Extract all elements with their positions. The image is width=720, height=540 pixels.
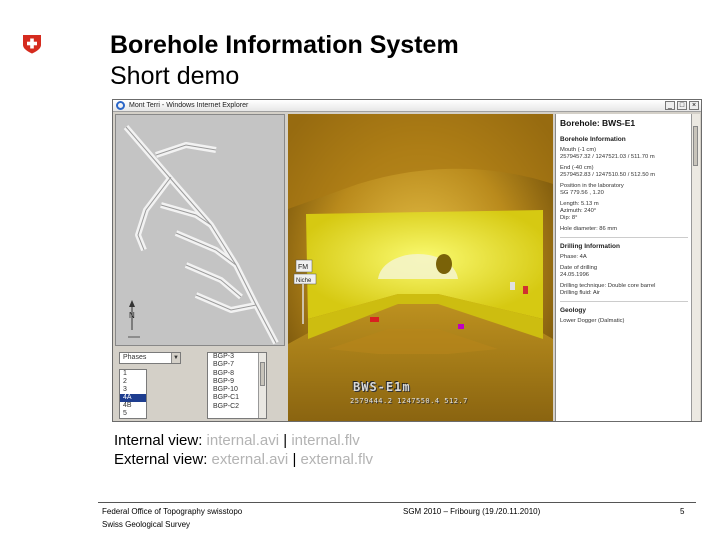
window-titlebar: Mont Terri - Windows Internet Explorer _… <box>113 100 701 112</box>
info-technique: Drilling technique: Double core barrel D… <box>560 283 656 296</box>
info-phase: Phase: 4A <box>560 254 587 260</box>
phase-list[interactable]: 1 2 3 4A 4B 5 <box>119 369 147 419</box>
list-item[interactable]: 2 <box>120 378 146 386</box>
slide-subtitle: Short demo <box>110 62 240 90</box>
footer-divider <box>98 502 696 503</box>
borehole-info-panel: Borehole: BWS-E1 Borehole Information Mo… <box>555 114 700 421</box>
list-item[interactable]: 4B <box>120 402 146 410</box>
list-scrollbar[interactable] <box>258 353 266 418</box>
internal-avi-link[interactable]: internal.avi <box>207 432 280 449</box>
footer-survey: Swiss Geological Survey <box>102 520 191 529</box>
link-separator: | <box>283 432 288 449</box>
sign-fm: FM <box>298 264 308 271</box>
list-item-selected[interactable]: 4A <box>120 394 146 402</box>
external-view-row: External view: external.avi | external.f… <box>114 450 373 469</box>
footer-organization: Federal Office of Topography swisstopo <box>102 507 243 516</box>
chevron-down-icon[interactable]: ▼ <box>171 353 180 363</box>
info-section-title: Drilling Information <box>560 243 620 250</box>
window-controls: _ □ × <box>665 101 699 110</box>
divider <box>560 301 688 302</box>
tunnel-map[interactable]: N <box>115 114 285 346</box>
external-view-label: External view: <box>114 451 208 468</box>
maximize-button[interactable]: □ <box>677 101 687 110</box>
external-flv-link[interactable]: external.flv <box>301 451 374 468</box>
slide: Borehole Information System Short demo M… <box>0 0 720 540</box>
list-item[interactable]: 3 <box>120 386 146 394</box>
page-number: 5 <box>680 507 685 516</box>
swiss-cross-icon <box>22 34 42 54</box>
info-length: Length: 5.13 m Azimuth: 240° Dip: 8° <box>560 201 599 221</box>
slide-title: Borehole Information System <box>110 31 459 59</box>
info-date: Date of drilling 24.05.1996 <box>560 265 598 278</box>
borehole-label: BWS-E1m <box>353 380 411 394</box>
layer-select[interactable]: Phases ▼ <box>119 352 181 364</box>
divider <box>560 237 688 238</box>
info-scrollbar[interactable] <box>691 114 700 421</box>
close-button[interactable]: × <box>689 101 699 110</box>
layer-select-value: Phases <box>123 354 147 361</box>
internal-view-label: Internal view: <box>114 432 203 449</box>
info-section-title: Geology <box>560 307 587 314</box>
sign-niche: Niche <box>296 278 312 284</box>
minimize-button[interactable]: _ <box>665 101 675 110</box>
info-heading: Borehole: BWS-E1 <box>560 118 636 128</box>
list-item[interactable]: 1 <box>120 370 146 378</box>
tunnel-3d-view[interactable]: FM Niche BWS-E1m 2579444.2 1247550.4 512… <box>288 114 553 421</box>
borehole-list[interactable]: BGP-3 BGP-7 BGP-8 BGP-9 BGP-10 BGP-C1 BG… <box>207 352 267 419</box>
video-links: Internal view: internal.avi | internal.f… <box>114 431 373 469</box>
info-diameter: Hole diameter: 86 mm <box>560 226 618 232</box>
external-avi-link[interactable]: external.avi <box>212 451 289 468</box>
list-item[interactable]: 5 <box>120 410 146 418</box>
internal-view-row: Internal view: internal.avi | internal.f… <box>114 431 373 450</box>
link-separator: | <box>292 451 297 468</box>
info-mouth: Mouth (-1 cm) 2579457.32 / 1247521.03 / … <box>560 147 655 160</box>
selection-panel: Phases ▼ 1 2 3 4A 4B 5 BGP-3 BGP-7 BGP-8… <box>115 348 285 421</box>
browser-window: Mont Terri - Windows Internet Explorer _… <box>112 99 702 422</box>
window-title: Mont Terri - Windows Internet Explorer <box>129 102 249 109</box>
info-section-title: Borehole Information <box>560 136 626 143</box>
info-geology: Lower Dogger (Dalmatic) <box>560 318 625 324</box>
north-label: N <box>129 311 135 320</box>
info-end: End (-40 cm) 2579452.83 / 1247510.50 / 5… <box>560 165 656 178</box>
internal-flv-link[interactable]: internal.flv <box>291 432 359 449</box>
footer-event: SGM 2010 – Fribourg (19./20.11.2010) <box>403 507 541 516</box>
info-position: Position in the laboratory SG 779.56 , 1… <box>560 183 624 196</box>
borehole-coords: 2579444.2 1247550.4 512.7 <box>350 397 468 405</box>
internet-explorer-icon <box>116 101 125 110</box>
